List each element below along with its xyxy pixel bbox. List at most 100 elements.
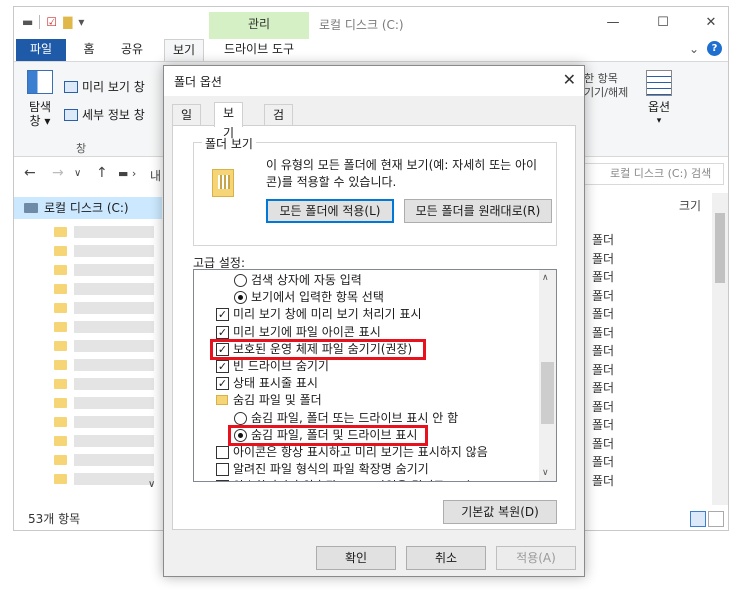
tab-manage[interactable]: 관리	[209, 12, 309, 39]
setting-radio[interactable]	[234, 291, 247, 305]
reset-folders-button[interactable]: 모든 폴더를 원래대로(R)	[404, 199, 552, 223]
setting-label: 미리 보기 창에 미리 보기 처리기 표시	[233, 307, 422, 322]
setting-label: 검색 상자에 자동 입력	[251, 273, 362, 287]
setting-row[interactable]: ✓ 상태 표시줄 표시	[194, 375, 540, 392]
maximize-icon[interactable]: ☐	[654, 15, 672, 30]
setting-checkbox[interactable]: ✓	[216, 377, 229, 391]
details-view-icon[interactable]	[690, 511, 706, 527]
preview-pane-button[interactable]: 미리 보기 창	[64, 78, 145, 95]
details-pane-button[interactable]: 세부 정보 창	[64, 106, 145, 123]
setting-checkbox[interactable]	[216, 446, 229, 459]
setting-radio[interactable]	[234, 411, 247, 425]
nav-item-blurred[interactable]	[74, 435, 154, 447]
show-hide-group-label[interactable]: 한 항목 기기/해제	[584, 72, 644, 100]
nav-scroll-down-icon[interactable]: ∨	[148, 479, 155, 490]
folder-icon	[54, 360, 67, 370]
folder-icon	[54, 246, 67, 256]
tab-dialog-view[interactable]: 보기	[214, 102, 244, 140]
setting-row[interactable]: 보기에서 입력한 항목 선택	[194, 289, 540, 306]
nav-item-blurred[interactable]	[74, 283, 154, 295]
view-tab-panel: 폴더 보기 이 유형의 모든 폴더에 현재 보기(예: 자세히 또는 아이콘)를…	[172, 125, 576, 530]
setting-row[interactable]: ✓ 미리 보기 창에 미리 보기 처리기 표시	[194, 306, 540, 323]
forward-icon[interactable]: →	[52, 165, 64, 181]
setting-label: 상태 표시줄 표시	[233, 376, 318, 391]
advanced-settings-scrollbar[interactable]: ∧ ∨	[539, 270, 556, 481]
options-label: 옵션	[647, 100, 671, 114]
scroll-up-icon[interactable]: ∧	[542, 273, 549, 283]
help-icon[interactable]: ?	[707, 41, 722, 56]
nav-item-blurred[interactable]	[74, 245, 154, 257]
drive-quick-icon[interactable]: ▬	[22, 15, 33, 29]
file-list-scrollbar[interactable]	[712, 193, 728, 505]
expand-ribbon-icon[interactable]: ⌄	[689, 42, 699, 56]
navigation-pane: 로컬 디스크 (C:) ∨	[14, 193, 162, 505]
setting-radio[interactable]	[234, 274, 247, 287]
address-partial-text[interactable]: 내	[150, 167, 161, 184]
nav-item-blurred[interactable]	[74, 359, 154, 371]
folder-icon	[216, 395, 228, 406]
setting-row[interactable]: 검색 상자에 자동 입력	[194, 272, 540, 289]
file-type-cell: 폴더	[592, 344, 615, 358]
ok-button[interactable]: 확인	[316, 546, 396, 570]
folder-icon	[54, 398, 67, 408]
search-input[interactable]: 로컬 디스크 (C:) 검색	[579, 163, 724, 185]
setting-row[interactable]: ✓ 빈 드라이브 숨기기	[194, 358, 540, 375]
nav-item-blurred[interactable]	[74, 378, 154, 390]
tab-drive-tools[interactable]: 드라이브 도구	[214, 39, 304, 61]
tab-view[interactable]: 보기	[164, 39, 204, 61]
nav-item-local-disk[interactable]: 로컬 디스크 (C:)	[14, 197, 162, 219]
apply-to-folders-button[interactable]: 모든 폴더에 적용(L)	[266, 199, 394, 223]
large-icons-view-icon[interactable]	[708, 511, 724, 527]
cancel-button[interactable]: 취소	[406, 546, 486, 570]
scrollbar-thumb[interactable]	[715, 213, 725, 283]
properties-icon[interactable]: ☑	[46, 15, 57, 29]
setting-row[interactable]: 숨김 파일 및 폴더	[194, 392, 540, 409]
setting-checkbox[interactable]	[216, 480, 229, 481]
dialog-close-icon[interactable]: ✕	[563, 70, 576, 89]
back-icon[interactable]: ←	[24, 165, 36, 181]
scroll-down-icon[interactable]: ∨	[542, 468, 549, 478]
nav-item-blurred[interactable]	[74, 454, 154, 466]
ribbon-tabs: 파일 홈 공유 보기 드라이브 도구 ⌄ ?	[14, 39, 728, 61]
new-folder-icon[interactable]: ▇	[63, 15, 72, 29]
setting-checkbox[interactable]	[216, 463, 229, 477]
customize-qat-icon[interactable]: ▾	[78, 15, 84, 29]
file-type-cell: 폴더	[592, 307, 615, 321]
navigation-pane-icon	[27, 70, 53, 94]
column-header-size[interactable]: 크기	[679, 197, 701, 214]
tab-search[interactable]: 검색	[264, 104, 294, 142]
options-icon	[646, 70, 672, 96]
tab-general[interactable]: 일반	[172, 104, 202, 142]
file-type-cell: 폴더	[592, 233, 615, 247]
setting-row[interactable]: 아이콘은 항상 표시하고 미리 보기는 표시하지 않음	[194, 444, 540, 461]
tab-file[interactable]: 파일	[16, 39, 66, 61]
options-button[interactable]: 옵션 ▾	[639, 70, 679, 128]
up-icon[interactable]: ↑	[96, 165, 108, 181]
restore-defaults-button[interactable]: 기본값 복원(D)	[443, 500, 557, 524]
nav-item-blurred[interactable]	[74, 397, 154, 409]
nav-item-blurred[interactable]	[74, 321, 154, 333]
nav-item-blurred[interactable]	[74, 302, 154, 314]
setting-row[interactable]: 알려진 파일 형식의 파일 확장명 숨기기	[194, 461, 540, 478]
minimize-icon[interactable]: —	[604, 15, 622, 30]
setting-checkbox[interactable]: ✓	[216, 360, 229, 373]
advanced-scroll-thumb[interactable]	[541, 362, 554, 424]
nav-item-blurred[interactable]	[74, 340, 154, 352]
nav-item-blurred[interactable]	[74, 264, 154, 276]
tab-home[interactable]: 홈	[74, 39, 104, 61]
setting-checkbox[interactable]: ✓	[216, 308, 229, 322]
apply-button[interactable]: 적용(A)	[496, 546, 576, 570]
nav-item-blurred[interactable]	[74, 473, 154, 485]
folder-icon	[54, 284, 67, 294]
folder-icon	[54, 436, 67, 446]
qat-separator	[39, 15, 41, 29]
navigation-pane-button[interactable]: 탐색 창 ▾	[22, 70, 58, 128]
nav-item-blurred[interactable]	[74, 416, 154, 428]
setting-row[interactable]: 암호화되거나 압축된 NTFS 파일을 컬러로 표시	[194, 478, 540, 481]
setting-checkbox[interactable]: ✓	[216, 325, 229, 339]
close-icon[interactable]: ✕	[702, 15, 720, 30]
setting-label: 알려진 파일 형식의 파일 확장명 숨기기	[233, 462, 429, 477]
nav-item-blurred[interactable]	[74, 226, 154, 238]
tab-share[interactable]: 공유	[114, 39, 150, 61]
recent-dropdown-icon[interactable]: ∨	[74, 168, 81, 179]
